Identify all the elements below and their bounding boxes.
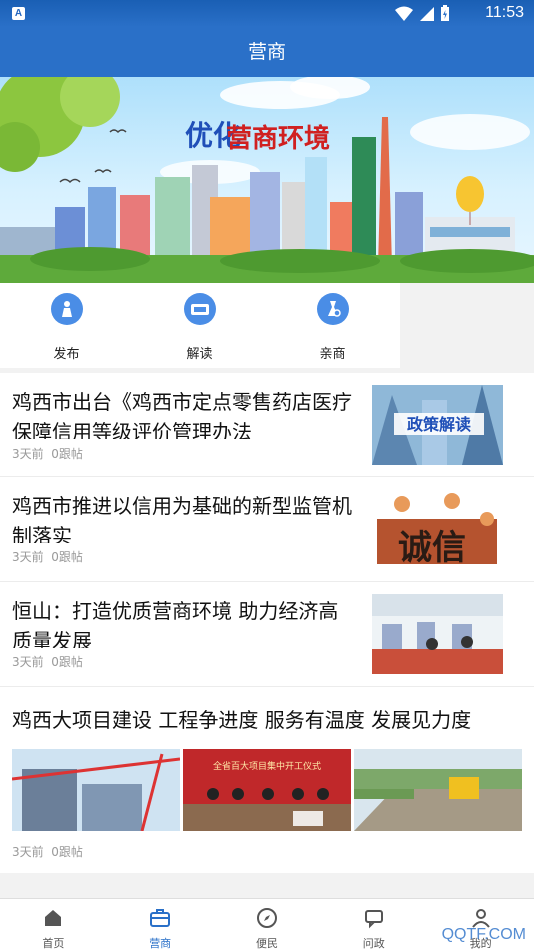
tab-label: 首页 bbox=[42, 937, 65, 950]
interpret-icon bbox=[183, 293, 216, 325]
news-thumbnail: 政策解读 bbox=[372, 385, 503, 465]
news-time: 3天前 bbox=[12, 447, 44, 461]
list-item[interactable]: 鸡西市推进以信用为基础的新型监管机制落实 3天前 0跟帖 诚信 bbox=[0, 477, 534, 581]
home-icon bbox=[45, 910, 62, 926]
news-time: 3天前 bbox=[12, 845, 44, 859]
news-thumbnail bbox=[372, 594, 503, 674]
watermark: QQTF.COM bbox=[441, 926, 526, 943]
thumb-text: 政策解读 bbox=[407, 415, 471, 434]
news-thumbnail: 诚信 bbox=[372, 489, 503, 569]
status-bar: A 11:53 bbox=[0, 0, 534, 27]
signal-icon bbox=[420, 6, 434, 21]
road-work-photo bbox=[354, 749, 522, 831]
quicknav-label: 亲商 bbox=[319, 347, 346, 362]
news-replies: 0跟帖 bbox=[51, 447, 83, 461]
page-title: 营商 bbox=[0, 27, 534, 77]
tab-business[interactable]: 营商 bbox=[107, 899, 214, 950]
quicknav-label: 发布 bbox=[53, 347, 80, 362]
wifi-icon bbox=[395, 6, 413, 21]
news-meta: 3天前 0跟帖 bbox=[12, 445, 83, 462]
news-time: 3天前 bbox=[12, 550, 44, 564]
news-meta: 3天前 0跟帖 bbox=[12, 843, 83, 860]
news-title: 鸡西大项目建设 工程争进度 服务有温度 发展见力度 bbox=[12, 708, 472, 732]
news-meta: 3天前 0跟帖 bbox=[12, 653, 83, 670]
notification-icon: A bbox=[12, 7, 25, 20]
quick-nav: 发布 解读 亲商 bbox=[0, 283, 400, 368]
news-title: 鸡西市出台《鸡西市定点零售药店医疗保障信用等级评价管理办法 bbox=[12, 390, 352, 439]
news-time: 3天前 bbox=[12, 655, 44, 669]
clock: 11:53 bbox=[485, 4, 524, 21]
news-gallery: 全省百大项目集中开工仪式 bbox=[12, 749, 522, 831]
quicknav-interpret[interactable]: 解读 bbox=[133, 283, 266, 368]
briefcase-icon bbox=[150, 909, 171, 927]
list-item[interactable]: 鸡西市出台《鸡西市定点零售药店医疗保障信用等级评价管理办法 3天前 0跟帖 政策… bbox=[0, 373, 534, 476]
tab-label: 便民 bbox=[255, 937, 278, 950]
publish-icon bbox=[50, 293, 83, 325]
tab-inquiry[interactable]: 问政 bbox=[320, 899, 427, 950]
tab-label: 问政 bbox=[362, 937, 385, 950]
list-item[interactable]: 鸡西大项目建设 工程争进度 服务有温度 发展见力度 全省百大项目集中开工仪式 3… bbox=[0, 687, 534, 873]
business-icon bbox=[316, 293, 349, 325]
quicknav-business[interactable]: 亲商 bbox=[266, 283, 399, 368]
list-item[interactable]: 恒山：打造优质营商环境 助力经济高质量发展 3天前 0跟帖 bbox=[0, 582, 534, 686]
news-replies: 0跟帖 bbox=[51, 550, 83, 564]
chat-icon bbox=[364, 910, 383, 929]
banner[interactable]: 优化 营商环境 bbox=[0, 77, 534, 283]
quicknav-publish[interactable]: 发布 bbox=[0, 283, 133, 368]
tab-label: 营商 bbox=[149, 937, 172, 950]
news-replies: 0跟帖 bbox=[51, 845, 83, 859]
news-replies: 0跟帖 bbox=[51, 655, 83, 669]
battery-icon bbox=[441, 5, 449, 21]
ceremony-photo: 全省百大项目集中开工仪式 bbox=[183, 749, 351, 831]
construction-photo bbox=[12, 749, 180, 831]
svg-text:营商环境: 营商环境 bbox=[226, 123, 330, 154]
ceremony-text: 全省百大项目集中开工仪式 bbox=[213, 760, 321, 772]
thumb-text: 诚信 bbox=[398, 528, 466, 568]
news-title: 鸡西市推进以信用为基础的新型监管机制落实 bbox=[12, 494, 352, 543]
quicknav-label: 解读 bbox=[186, 347, 213, 362]
tab-home[interactable]: 首页 bbox=[0, 899, 107, 950]
news-title: 恒山：打造优质营商环境 助力经济高质量发展 bbox=[12, 599, 339, 648]
banner-illustration: 优化 营商环境 bbox=[0, 77, 534, 283]
news-meta: 3天前 0跟帖 bbox=[12, 548, 83, 565]
tab-service[interactable]: 便民 bbox=[214, 899, 321, 950]
screen: A 11:53 营商 优化 营商环境 发布 解读 亲商 鸡西市出台《鸡西市定点零… bbox=[0, 0, 534, 950]
compass-icon bbox=[256, 908, 277, 928]
status-icons bbox=[395, 5, 450, 22]
